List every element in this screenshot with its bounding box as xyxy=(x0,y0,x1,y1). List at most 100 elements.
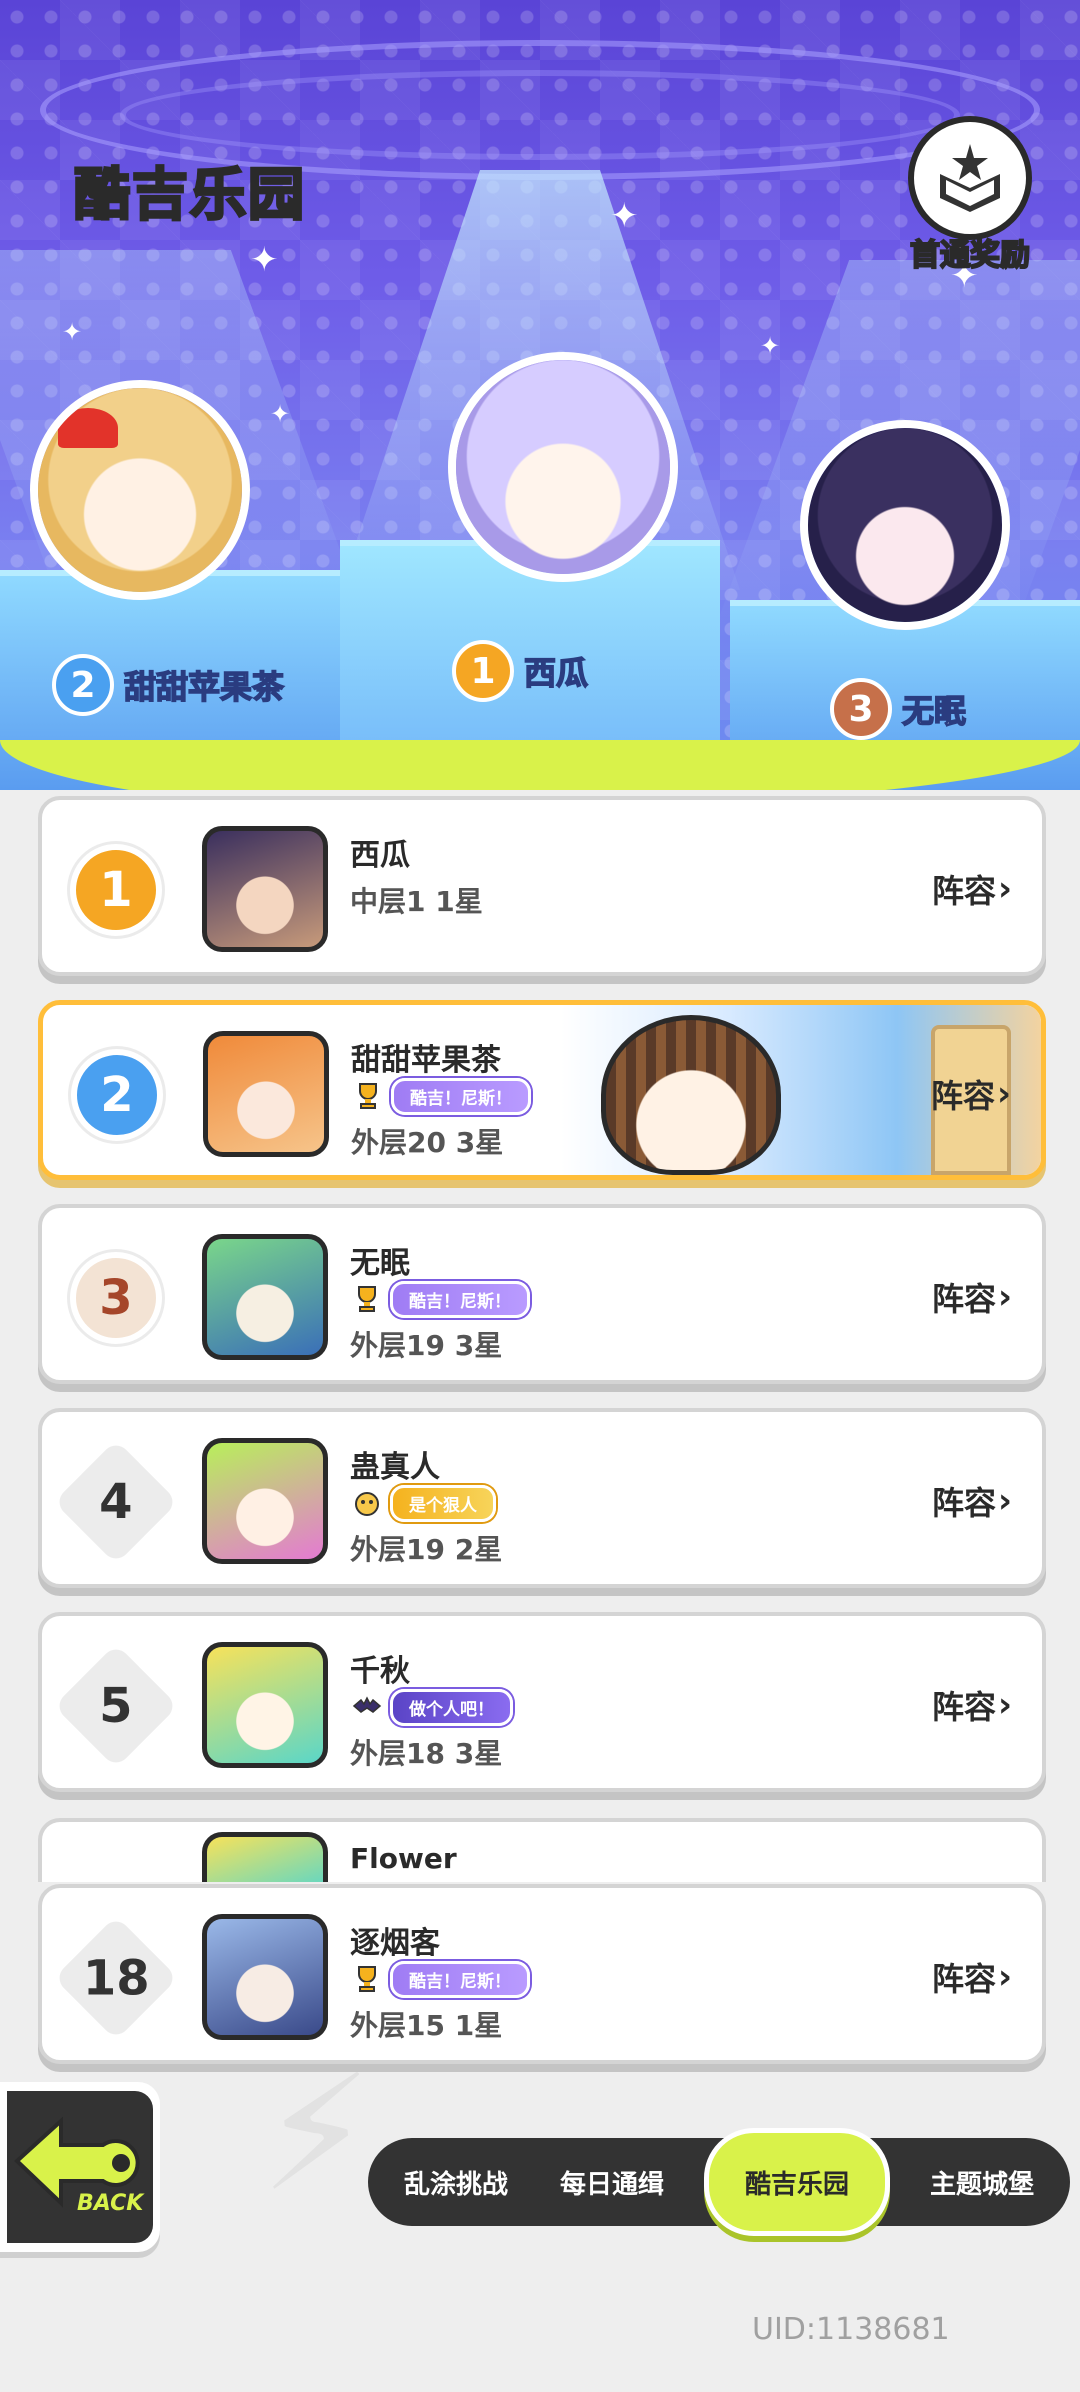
first-clear-reward-button[interactable]: 首通奖励 xyxy=(890,116,1050,274)
hero-banner: ✦ ✦ ✦ ✦ ✦ ✦ ✦ ✦ 酷吉乐园 首通奖励 2 甜甜苹果茶 1 西瓜 xyxy=(0,0,1080,790)
chevron-right-icon: › xyxy=(997,1277,1012,1317)
chevron-right-icon: › xyxy=(997,1685,1012,1725)
sparkle-icon: ✦ xyxy=(610,196,639,236)
podium-avatar-third[interactable] xyxy=(800,420,1010,630)
leaderboard-row[interactable]: 1 西瓜 中层1 1星 阵容 › xyxy=(38,796,1046,976)
podium-name-third: 无眠 xyxy=(901,691,967,731)
tab-kuji-park[interactable]: 酷吉乐园 xyxy=(703,2128,890,2236)
lineup-label: 阵容 xyxy=(931,1280,996,1318)
chick-icon xyxy=(350,1486,384,1520)
chevron-right-icon: › xyxy=(997,1481,1012,1521)
lineup-button[interactable]: 阵容 › xyxy=(932,1954,1012,2000)
tab-daily-wanted[interactable]: 每日通缉 xyxy=(548,2138,676,2226)
tab-theme-castle[interactable]: 主题城堡 xyxy=(918,2138,1046,2226)
lineup-label: 阵容 xyxy=(931,872,996,910)
back-label: BACK xyxy=(77,2191,144,2216)
lineup-button[interactable]: 阵容 › xyxy=(932,866,1012,912)
trophy-icon xyxy=(351,1079,385,1113)
player-info: 逐烟客 酷吉！尼斯！ 外层15 1星 xyxy=(350,1918,530,2044)
podium-label-third: 3 无眠 xyxy=(830,678,967,740)
rank-1-medal-icon: 1 xyxy=(452,640,514,702)
sparkle-icon: ✦ xyxy=(760,332,781,360)
rank-number: 4 xyxy=(99,1474,133,1530)
lineup-label: 阵容 xyxy=(931,1688,996,1726)
leaderboard-row[interactable]: 3 无眠 酷吉！尼斯！ 外层19 3星 阵容 › xyxy=(38,1204,1046,1384)
trophy-icon xyxy=(350,1962,384,1996)
player-score: 外层18 3星 xyxy=(350,1737,503,1770)
chevron-right-icon: › xyxy=(997,1957,1012,1997)
player-name: 甜甜苹果茶 xyxy=(351,1043,501,1078)
avatar[interactable] xyxy=(202,1234,328,1360)
sparkle-icon: ✦ xyxy=(270,400,291,428)
player-name: 无眠 xyxy=(350,1246,410,1281)
avatar[interactable] xyxy=(202,1642,328,1768)
stage-ring-inner xyxy=(120,70,960,160)
rank-cell: 2 xyxy=(67,1045,167,1145)
lineup-button[interactable]: 阵容 › xyxy=(932,1274,1012,1320)
rank-2-badge-icon: 2 xyxy=(71,1049,163,1141)
rank-cell: 1 xyxy=(66,840,166,940)
bg-lightning-deco: ⚡ xyxy=(260,2040,373,2227)
rank-2-medal-icon: 2 xyxy=(52,654,114,716)
title-badge: 是个狠人 xyxy=(390,1484,496,1522)
podium-name-second: 甜甜苹果茶 xyxy=(123,667,285,707)
my-rank-row[interactable]: 18 逐烟客 酷吉！尼斯！ 外层15 1星 阵容 › xyxy=(38,1884,1046,2064)
player-name: Flower xyxy=(350,1842,457,1875)
avatar[interactable] xyxy=(202,1832,328,1882)
player-info: 甜甜苹果茶 酷吉！尼斯！ 外层20 3星 xyxy=(351,1035,531,1161)
player-title: 酷吉！尼斯！ xyxy=(350,1280,530,1318)
avatar[interactable] xyxy=(202,1914,328,2040)
title-badge: 酷吉！尼斯！ xyxy=(390,1280,530,1318)
rank-number: 5 xyxy=(99,1678,133,1734)
avatar[interactable] xyxy=(202,1438,328,1564)
leaderboard-row-partial[interactable]: Flower xyxy=(38,1818,1046,1882)
chest-icon xyxy=(908,116,1032,240)
player-title: 是个狠人 xyxy=(350,1484,496,1522)
uid-label: UID:1138681 xyxy=(752,2312,950,2347)
rank-cell: 4 xyxy=(53,1439,179,1565)
rank-cell: 18 xyxy=(53,1915,179,2041)
rank-3-badge-icon: 3 xyxy=(70,1252,162,1344)
title-badge: 做个人吧！ xyxy=(390,1688,513,1726)
rank-1-badge-icon: 1 xyxy=(70,844,162,936)
chevron-right-icon: › xyxy=(997,869,1012,909)
first-clear-reward-label: 首通奖励 xyxy=(909,237,1031,274)
avatar[interactable] xyxy=(202,826,328,952)
banner-character xyxy=(601,1015,781,1175)
back-button[interactable]: BACK xyxy=(0,2082,160,2252)
podium-avatar-first[interactable] xyxy=(448,352,678,582)
player-score: 外层15 1星 xyxy=(350,2009,503,2042)
lineup-label: 阵容 xyxy=(930,1077,995,1115)
rank-cell: 5 xyxy=(53,1643,179,1769)
bottom-tab-bar: 乱涂挑战 每日通缉 酷吉乐园 主题城堡 xyxy=(368,2128,1070,2236)
page-title: 酷吉乐园 xyxy=(73,162,306,230)
avatar[interactable] xyxy=(203,1031,329,1157)
player-title: 做个人吧！ xyxy=(350,1688,513,1726)
leaderboard-row-highlighted[interactable]: 2 甜甜苹果茶 酷吉！尼斯！ 外层20 3星 阵容 › xyxy=(38,1000,1046,1180)
rank-diamond: 5 xyxy=(53,1643,179,1769)
sparkle-icon: ✦ xyxy=(250,240,279,280)
lineup-label: 阵容 xyxy=(931,1960,996,1998)
rank-diamond: 4 xyxy=(53,1439,179,1565)
player-title: 酷吉！尼斯！ xyxy=(350,1960,530,1998)
lineup-button[interactable]: 阵容 › xyxy=(932,1682,1012,1728)
lineup-button[interactable]: 阵容 › xyxy=(932,1478,1012,1524)
tab-doodle-challenge[interactable]: 乱涂挑战 xyxy=(392,2138,520,2226)
rank-number: 18 xyxy=(82,1949,150,2006)
player-name: 蛊真人 xyxy=(350,1450,440,1485)
leaderboard-row[interactable]: 5 千秋 做个人吧！ 外层18 3星 阵容 › xyxy=(38,1612,1046,1792)
bat-icon xyxy=(350,1690,384,1724)
podium-avatar-second[interactable] xyxy=(30,380,250,600)
podium-label-first: 1 西瓜 xyxy=(452,640,589,702)
player-info: 西瓜 中层1 1星 xyxy=(350,830,483,920)
player-score: 外层20 3星 xyxy=(351,1126,504,1159)
leaderboard-row[interactable]: 4 蛊真人 是个狠人 外层19 2星 阵容 › xyxy=(38,1408,1046,1588)
player-title: 酷吉！尼斯！ xyxy=(351,1077,531,1115)
arrow-left-icon xyxy=(14,2116,140,2208)
lineup-button[interactable]: 阵容 › xyxy=(931,1071,1011,1117)
lineup-label: 阵容 xyxy=(931,1484,996,1522)
podium-name-first: 西瓜 xyxy=(523,653,589,693)
podium-label-second: 2 甜甜苹果茶 xyxy=(52,654,285,716)
title-badge: 酷吉！尼斯！ xyxy=(390,1960,530,1998)
player-name: 逐烟客 xyxy=(350,1926,440,1961)
